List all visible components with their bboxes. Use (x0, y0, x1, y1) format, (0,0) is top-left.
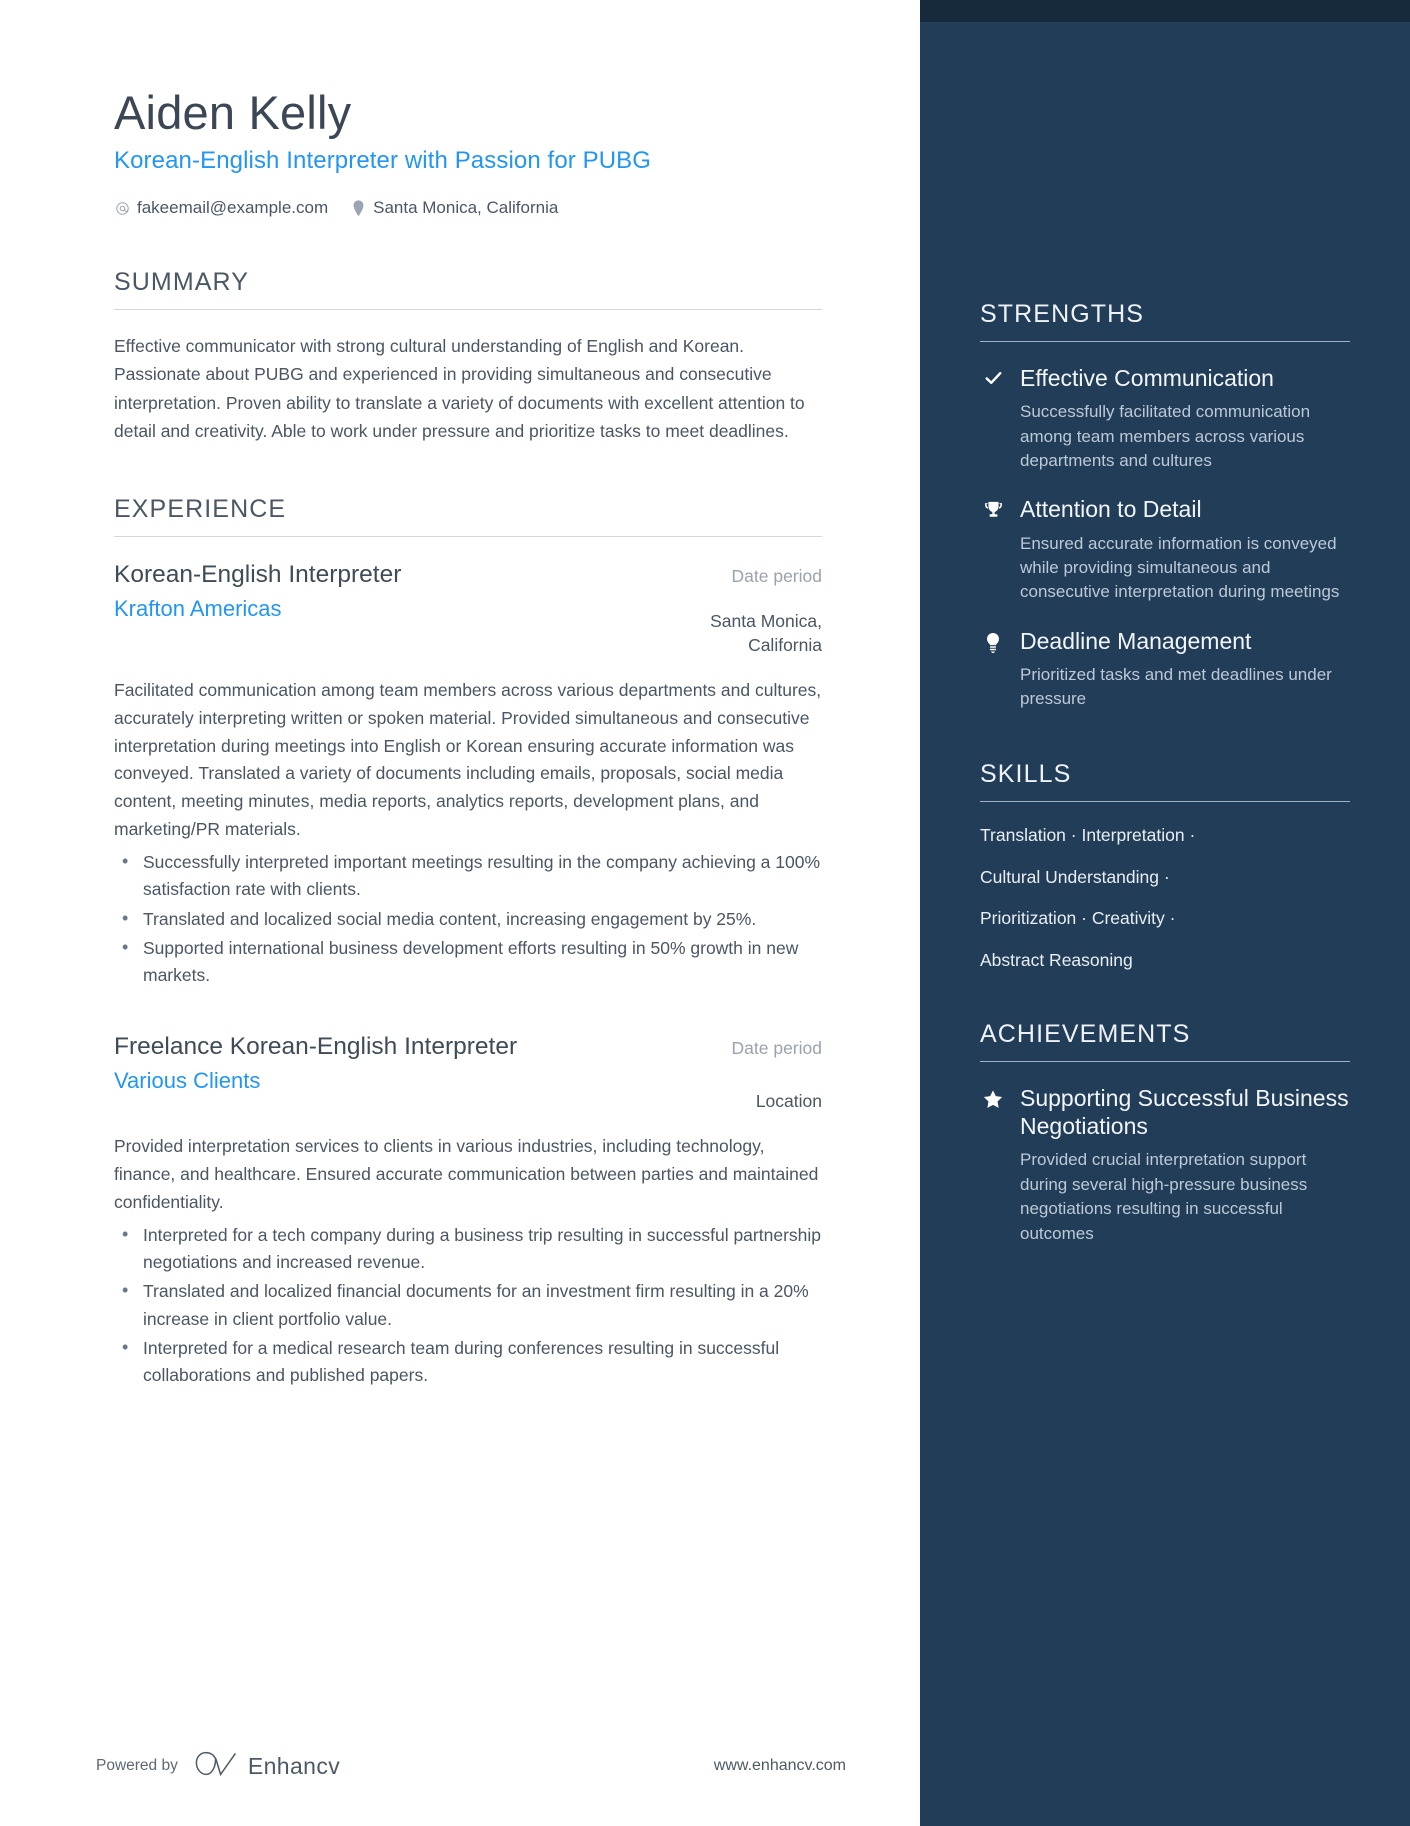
sidebar: STRENGTHS Effective Communication Succes… (920, 0, 1410, 1826)
skills-line: Cultural Understanding · (980, 866, 1170, 887)
list-item: Interpreted for a tech company during a … (114, 1221, 822, 1276)
at-sign-icon (114, 199, 130, 217)
summary-heading: SUMMARY (114, 268, 250, 297)
strength-description: Ensured accurate information is conveyed… (1020, 533, 1340, 602)
experience-item-header: Freelance Korean-English Interpreter Var… (114, 1031, 822, 1113)
achievement-description: Provided crucial interpretation support … (1020, 1150, 1308, 1243)
strength-description: Successfully facilitated communication a… (1020, 402, 1311, 470)
strength-description: Prioritized tasks and met deadlines unde… (1020, 664, 1332, 709)
list-item: Interpreted for a medical research team … (114, 1334, 822, 1389)
list-item: Translated and localized financial docum… (114, 1277, 822, 1332)
achievements-divider (980, 1061, 1350, 1063)
strengths-heading: STRENGTHS (980, 300, 1145, 328)
achievements-heading: ACHIEVEMENTS (980, 1020, 1191, 1049)
strength-title: Attention to Detail (1020, 496, 1202, 523)
skills-list: Translation · Interpretation · Cultural … (980, 824, 1350, 973)
strengths-divider (980, 341, 1350, 342)
skills-line: Translation · Interpretation · (980, 824, 1196, 845)
job-company[interactable]: Krafton Americas (114, 595, 618, 624)
skills-section: SKILLS Translation · Interpretation · Cu… (980, 760, 1350, 973)
experience-section: EXPERIENCE Korean-English Interpreter Kr… (114, 495, 822, 1389)
powered-by-label: Powered by (96, 1757, 178, 1774)
map-pin-icon (350, 199, 366, 217)
experience-item: Korean-English Interpreter Krafton Ameri… (114, 559, 822, 988)
list-item: Translated and localized social media co… (114, 905, 822, 933)
contact-email[interactable]: fakeemail@example.com (114, 198, 328, 218)
main-column: Aiden Kelly Korean-English Interpreter w… (0, 0, 920, 1826)
lightbulb-icon (980, 627, 1006, 712)
check-icon (980, 364, 1006, 473)
job-bullet-list: Successfully interpreted important meeti… (114, 848, 822, 989)
summary-text: Effective communicator with strong cultu… (114, 336, 805, 442)
list-item: Successfully interpreted important meeti… (114, 848, 822, 903)
experience-item-header: Korean-English Interpreter Krafton Ameri… (114, 559, 822, 657)
enhancv-mark-icon (194, 1751, 238, 1782)
strengths-section: STRENGTHS Effective Communication Succes… (980, 300, 1350, 712)
sidebar-top-strip (920, 0, 1410, 22)
job-bullet-list: Interpreted for a tech company during a … (114, 1221, 822, 1389)
job-date: Date period (731, 566, 822, 587)
trophy-icon (980, 495, 1006, 604)
skills-line: Abstract Reasoning (980, 949, 1133, 970)
job-title: Korean-English Interpreter (114, 561, 402, 589)
strength-item: Attention to Detail Ensured accurate inf… (980, 495, 1350, 604)
contact-location-text: Santa Monica, California (373, 198, 559, 218)
job-description: Provided interpretation services to clie… (114, 1136, 819, 1212)
experience-heading: EXPERIENCE (114, 495, 287, 524)
page-title: Aiden Kelly (114, 86, 352, 139)
job-date: Date period (731, 1037, 822, 1058)
contact-row: fakeemail@example.com Santa Monica, Cali… (114, 198, 822, 218)
job-description: Facilitated communication among team mem… (114, 680, 822, 839)
summary-divider (114, 309, 822, 311)
contact-location: Santa Monica, California (350, 198, 558, 218)
job-location: Santa Monica, California (710, 611, 822, 655)
skills-heading: SKILLS (980, 759, 1072, 788)
job-location: Location (755, 1090, 822, 1111)
professional-headline: Korean-English Interpreter with Passion … (114, 147, 652, 175)
strength-item: Effective Communication Successfully fac… (980, 364, 1350, 473)
page-footer: Powered by Enhancv www.enhancv.com (0, 1706, 920, 1826)
list-item: Supported international business develop… (114, 934, 822, 989)
skills-divider (980, 800, 1350, 802)
strength-title: Effective Communication (1020, 365, 1274, 391)
skills-line: Prioritization · Creativity · (980, 908, 1176, 929)
enhancv-brand-name: Enhancv (247, 1752, 341, 1779)
footer-url[interactable]: www.enhancv.com (714, 1757, 846, 1775)
experience-item: Freelance Korean-English Interpreter Var… (114, 1031, 822, 1389)
achievements-section: ACHIEVEMENTS Supporting Successful Busin… (980, 1020, 1350, 1246)
resume-page: Aiden Kelly Korean-English Interpreter w… (0, 0, 1410, 1826)
strength-title: Deadline Management (1020, 627, 1252, 654)
strength-item: Deadline Management Prioritized tasks an… (980, 627, 1350, 712)
contact-email-text: fakeemail@example.com (137, 198, 329, 218)
achievement-item: Supporting Successful Business Negotiati… (980, 1084, 1350, 1246)
job-title: Freelance Korean-English Interpreter (114, 1032, 518, 1060)
enhancv-logo: Enhancv (194, 1751, 340, 1782)
summary-section: SUMMARY Effective communicator with stro… (114, 268, 822, 445)
job-company[interactable]: Various Clients (114, 1067, 708, 1096)
experience-divider (114, 536, 822, 538)
star-icon (980, 1084, 1006, 1246)
achievement-title: Supporting Successful Business Negotiati… (1020, 1085, 1349, 1140)
